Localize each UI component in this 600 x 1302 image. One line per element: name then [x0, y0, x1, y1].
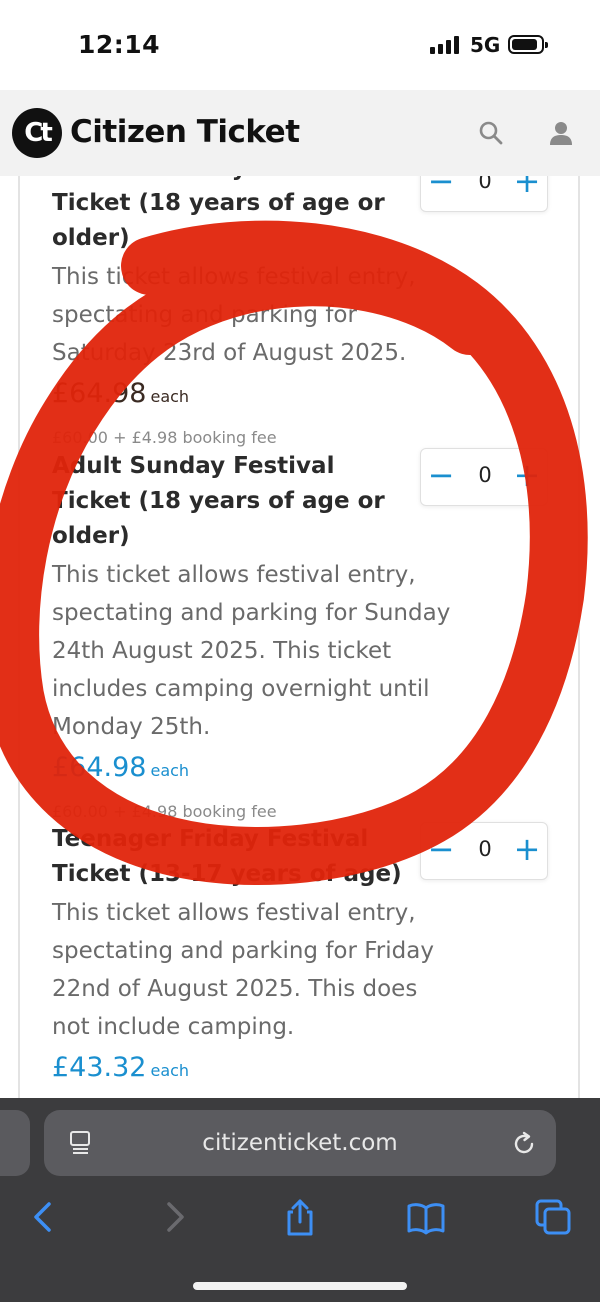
previous-tab-peek[interactable]: [0, 1110, 30, 1176]
quantity-stepper: − 0 +: [420, 176, 548, 212]
decrease-button[interactable]: −: [423, 176, 459, 201]
ticket-price-row: £64.98 each: [52, 378, 572, 418]
ticket-description: This ticket allows festival entry, spect…: [52, 562, 451, 740]
quantity-stepper: − 0 +: [420, 448, 548, 506]
ticket-fee: £60.00 + £4.98 booking fee: [52, 428, 277, 447]
card-border-right: [578, 176, 580, 1098]
ticket-description: This ticket allows festival entry, spect…: [52, 264, 416, 366]
decrease-button[interactable]: −: [423, 833, 459, 869]
ticket-list: Adult Saturday Festival Ticket (18 years…: [0, 176, 600, 1098]
battery-icon: [508, 35, 548, 54]
increase-button[interactable]: +: [509, 459, 545, 495]
ticket-title: Adult Saturday Festival Ticket (18 years…: [52, 176, 385, 251]
quantity-stepper: − 0 +: [420, 822, 548, 880]
tabs-icon[interactable]: [534, 1198, 574, 1238]
share-icon[interactable]: [280, 1198, 320, 1238]
address-bar[interactable]: citizenticket.com: [44, 1110, 556, 1176]
search-icon[interactable]: [478, 120, 504, 146]
bookmarks-icon[interactable]: [406, 1198, 446, 1238]
increase-button[interactable]: +: [509, 176, 545, 201]
site-header: Ct Citizen Ticket: [0, 90, 600, 176]
quantity-value: 0: [478, 176, 492, 193]
logo-mark[interactable]: Ct: [12, 108, 62, 158]
ticket-description: This ticket allows festival entry, spect…: [52, 900, 434, 1040]
ticket-price-unit: each: [150, 1061, 190, 1080]
ticket-price-unit: each: [150, 761, 190, 780]
card-border-left: [18, 176, 20, 1098]
user-icon[interactable]: [548, 120, 574, 146]
quantity-value: 0: [478, 837, 492, 861]
ticket-title: Teenager Friday Festival Ticket (13-17 y…: [52, 826, 402, 887]
ticket-title: Adult Sunday Festival Ticket (18 years o…: [52, 453, 385, 549]
logo-text[interactable]: Citizen Ticket: [70, 114, 300, 150]
decrease-button[interactable]: −: [423, 459, 459, 495]
ticket-item: Adult Saturday Festival Ticket (18 years…: [52, 176, 572, 447]
status-bar: 12:14 5G: [0, 0, 600, 90]
ticket-price: £64.98: [52, 378, 147, 409]
quantity-value: 0: [478, 463, 492, 487]
forward-icon[interactable]: [154, 1198, 194, 1238]
ticket-price: £64.98: [52, 752, 147, 783]
ticket-price-unit: each: [150, 387, 190, 406]
ticket-price-row: £43.32 each: [52, 1052, 572, 1092]
network-type: 5G: [470, 33, 501, 57]
signal-icon: [430, 36, 462, 54]
reload-icon[interactable]: [510, 1130, 538, 1158]
increase-button[interactable]: +: [509, 833, 545, 869]
ticket-fee: £60.00 + £4.98 booking fee: [52, 802, 277, 821]
ticket-price: £43.32: [52, 1052, 147, 1083]
url-text[interactable]: citizenticket.com: [44, 1130, 556, 1156]
home-indicator[interactable]: [193, 1282, 407, 1290]
back-icon[interactable]: [24, 1198, 64, 1238]
status-time: 12:14: [78, 30, 161, 59]
ticket-price-row: £64.98 each: [52, 752, 572, 792]
browser-chrome: citizenticket.com: [0, 1098, 600, 1302]
